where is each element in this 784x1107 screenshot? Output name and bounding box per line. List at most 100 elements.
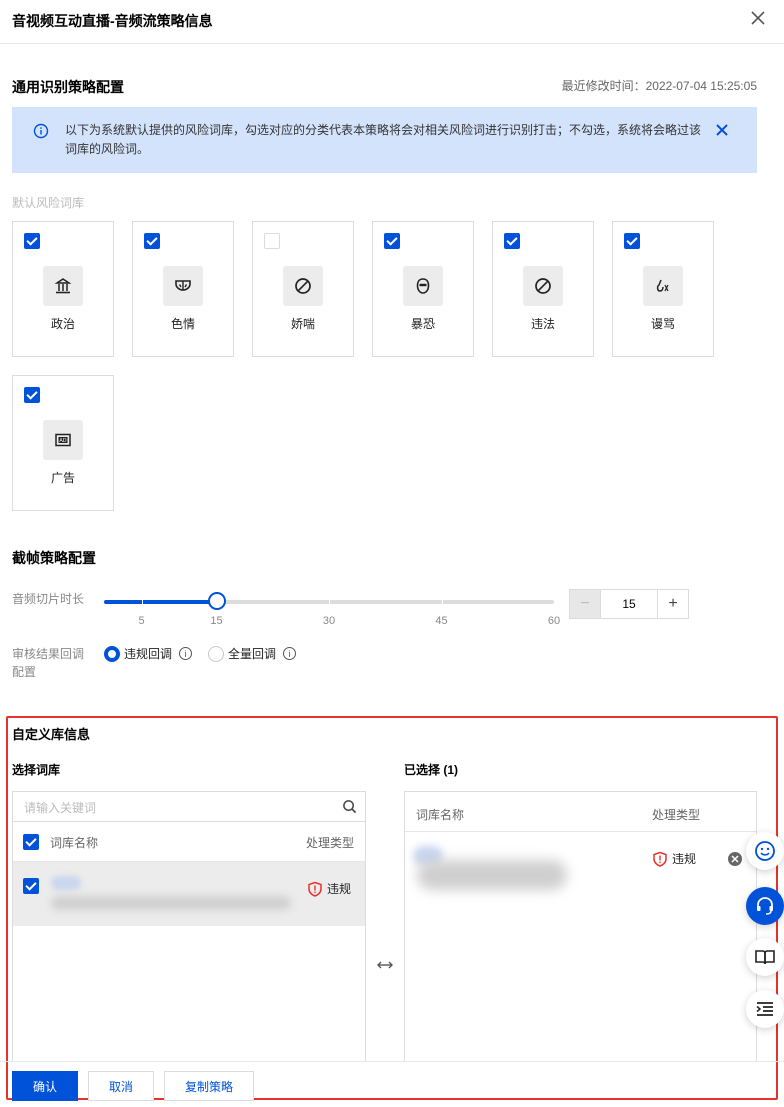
col-handle-type: 处理类型 [652,808,701,822]
handle-type-text: 违规 [327,882,352,896]
category-card-illegal[interactable]: 违法 [492,221,594,357]
table-row[interactable]: 违规 [13,862,365,926]
slider-tick-mark [554,600,555,604]
col-lib-name: 词库名称 [50,836,99,850]
category-label: 谩骂 [650,317,675,331]
shield-alert-icon [653,851,667,867]
radio-dot[interactable] [104,645,120,662]
shield-alert-icon [308,881,322,897]
category-label: 违法 [530,317,555,331]
terror-mask-icon [416,278,430,294]
ad-icon: AD [55,433,71,447]
select-lib-title: 选择词库 [12,763,61,777]
radio-label: 全量回调 [228,647,277,661]
slider-tick-label: 45 [435,615,448,627]
violation-badge: 违规 [652,850,696,867]
radio-full-callback[interactable]: 全量回调 i [208,645,297,662]
svg-text:AD: AD [59,438,66,444]
smile-feedback-button[interactable] [746,832,784,870]
category-label: 暴恐 [410,317,435,331]
lingerie-icon [175,280,191,291]
available-lib-panel: 请输入关键词 词库名称 处理类型 违规 [12,791,366,1061]
row-checkbox[interactable] [23,878,39,894]
category-checkbox[interactable] [24,233,40,249]
select-all-checkbox[interactable] [23,834,39,850]
radio-label: 违规回调 [124,647,173,661]
remove-item-icon[interactable] [728,852,742,866]
category-card-ad[interactable]: AD 广告 [12,375,114,511]
dialog-header: 音视频互动直播-音频流策略信息 [0,0,784,44]
slider-tick-label: 30 [322,615,336,627]
last-modified-time: 最近修改时间：2022-07-04 15:25:05 [561,79,757,93]
alert-close-icon[interactable] [715,123,729,137]
category-checkbox[interactable] [504,233,520,249]
category-card-porn[interactable]: 色情 [132,221,234,357]
col-handle-type: 处理类型 [305,836,354,850]
alert-text: 以下为系统默认提供的风险词库，勾选对应的分类代表本策略将会对相关风险词进行识别打… [65,123,702,156]
category-checkbox[interactable] [24,387,40,403]
cancel-button[interactable]: 取消 [88,1071,154,1101]
transfer-arrows-icon [377,961,393,969]
increment-button[interactable]: + [657,590,688,618]
slice-duration-stepper[interactable]: − 15 + [569,589,689,619]
slider-tick-mark [329,600,330,604]
radio-violation-callback[interactable]: 违规回调 i [104,645,193,662]
radio-dot[interactable] [208,645,224,662]
handle-type-text: 违规 [672,852,697,866]
custom-section-title: 自定义库信息 [12,727,91,742]
help-icon[interactable]: i [283,647,297,660]
category-checkbox[interactable] [264,233,280,249]
slider-tick-label: 60 [547,615,561,627]
left-table-header: 词库名称 处理类型 [13,822,365,862]
decrement-button[interactable]: − [570,590,601,618]
outline-button[interactable] [746,990,784,1028]
cursing-icon [656,279,669,292]
stepper-value[interactable]: 15 [601,590,657,618]
category-label: 色情 [170,317,195,331]
search-placeholder: 请输入关键词 [24,801,97,815]
search-icon[interactable] [342,799,357,814]
slider-tick-mark [441,600,443,604]
category-card-terror[interactable]: 暴恐 [372,221,474,357]
violation-badge: 违规 [307,880,351,897]
callback-config-label: 审核结果回调配置 [12,647,85,679]
smile-icon [755,841,775,861]
category-checkbox[interactable] [144,233,160,249]
redacted-lib-name [51,876,81,890]
headset-icon [757,897,773,915]
slider-tick-mark [141,600,143,604]
frame-section-title: 截帧策略配置 [12,550,96,566]
slider-tick-label: 5 [138,615,145,627]
lib-search-input[interactable]: 请输入关键词 [13,792,365,822]
menu-indent-icon [756,1002,773,1016]
dialog-title: 音视频互动直播-音频流策略信息 [12,13,213,29]
general-section-title: 通用识别策略配置 [12,79,124,95]
slice-duration-label: 音频切片时长 [12,592,85,606]
slider-fill [104,600,217,604]
category-card-moan[interactable]: 娇喘 [252,221,354,357]
confirm-button[interactable]: 确认 [12,1071,78,1101]
category-card-abuse[interactable]: 谩骂 [612,221,714,357]
info-alert: 以下为系统默认提供的风险词库，勾选对应的分类代表本策略将会对相关风险词进行识别打… [12,107,757,173]
category-checkbox[interactable] [624,233,640,249]
government-building-icon [54,278,72,294]
docs-button[interactable] [746,938,784,976]
dialog-footer: 确认 取消 复制策略 [0,1061,784,1107]
category-label: 娇喘 [290,317,315,331]
selected-lib-title: 已选择 (1) [404,763,459,777]
right-table-header: 词库名称 处理类型 [405,792,756,832]
copy-strategy-button[interactable]: 复制策略 [164,1071,254,1101]
close-icon[interactable] [750,9,766,27]
category-label: 广告 [50,471,75,485]
category-card-politics[interactable]: 政治 [12,221,114,357]
prohibited-icon [295,278,311,294]
selected-lib-panel: 词库名称 处理类型 违规 [404,791,757,1061]
slider-tick-mark [216,600,218,604]
help-icon[interactable]: i [179,647,193,660]
prohibited-icon [535,278,551,294]
category-label: 政治 [50,317,75,331]
redacted-lib-desc [417,860,567,890]
category-checkbox[interactable] [384,233,400,249]
default-lib-label: 默认风险词库 [12,196,85,210]
customer-service-button[interactable] [746,887,784,925]
